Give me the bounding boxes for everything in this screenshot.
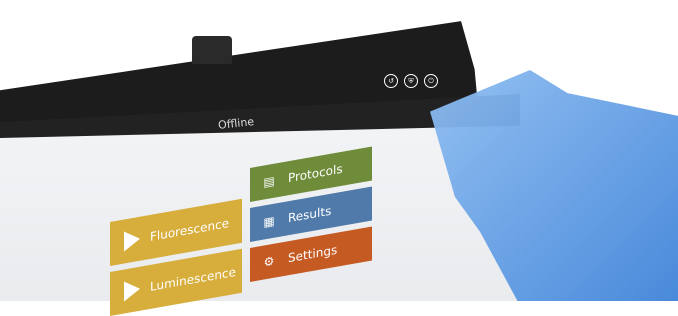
- luminescence-label: Luminescence: [150, 264, 236, 294]
- results-label: Results: [288, 203, 332, 226]
- play-icon: [124, 278, 140, 302]
- play-icon: [124, 228, 140, 252]
- power-icon[interactable]: ⏻: [424, 74, 438, 88]
- back-icon[interactable]: ↺: [384, 74, 398, 88]
- gear-icon: ⚙: [263, 253, 275, 270]
- protocols-label: Protocols: [288, 161, 343, 186]
- fluorescence-label: Fluorescence: [150, 216, 230, 244]
- results-icon: ▦: [263, 213, 275, 230]
- webcam: [192, 36, 232, 64]
- clipboard-icon: ▤: [263, 173, 275, 190]
- shield-icon[interactable]: ⛨: [404, 74, 418, 88]
- settings-label: Settings: [288, 242, 338, 266]
- top-bar-icons: ↺ ⛨ ⏻: [384, 74, 438, 88]
